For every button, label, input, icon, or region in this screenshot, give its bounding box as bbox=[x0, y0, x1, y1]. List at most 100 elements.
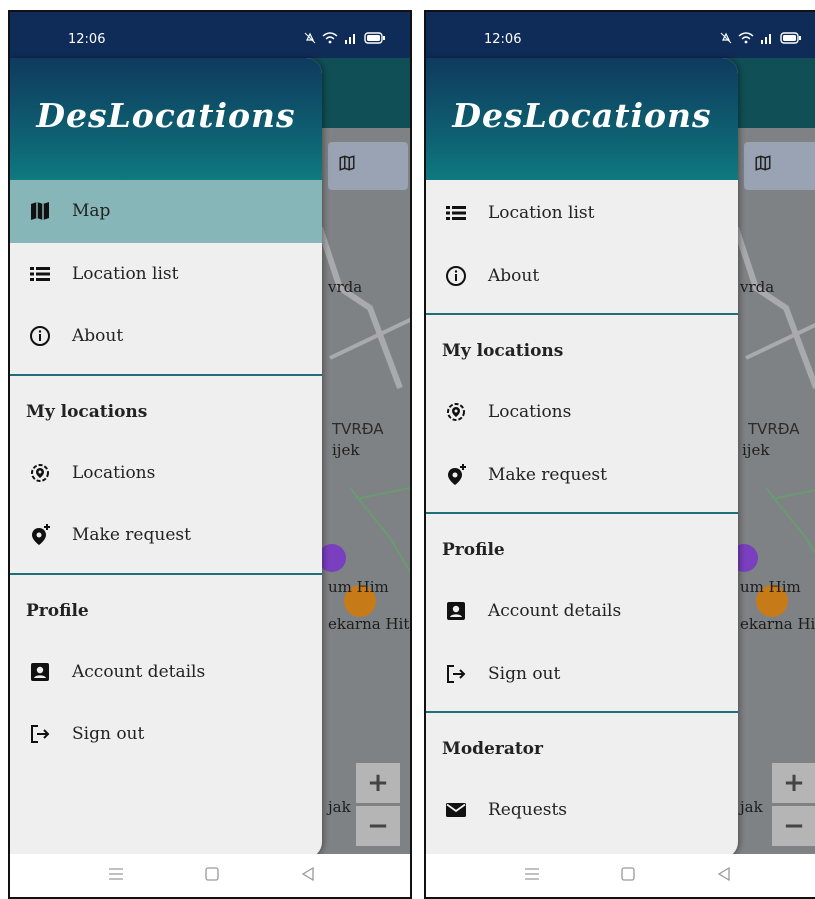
status-icons bbox=[304, 32, 386, 44]
status-time: 12:06 bbox=[68, 32, 106, 47]
menu-item-map[interactable]: Map bbox=[10, 180, 322, 243]
status-bar: 12:06 bbox=[10, 12, 410, 58]
menu-item-label: Make request bbox=[72, 525, 191, 546]
menu-item-label: About bbox=[72, 326, 124, 347]
menu-item-about[interactable]: About bbox=[10, 305, 322, 368]
location-target-icon bbox=[28, 461, 52, 485]
map-label: jak bbox=[740, 798, 763, 816]
section-divider bbox=[426, 711, 738, 713]
menu-item-account-details[interactable]: Account details bbox=[426, 580, 738, 643]
map-label: um Him bbox=[740, 578, 801, 596]
menu-item-make-request[interactable]: Make request bbox=[426, 444, 738, 507]
section-divider bbox=[10, 373, 322, 376]
drawer-header: DesLocations bbox=[426, 58, 738, 180]
map-icon bbox=[28, 199, 52, 223]
drawer-menu: Map Location list About My locations Loc… bbox=[10, 180, 322, 766]
map-marker-shop bbox=[318, 544, 346, 572]
home-nav-icon[interactable] bbox=[204, 866, 220, 886]
list-icon bbox=[444, 201, 468, 225]
drawer-menu: Location list About My locations Locatio… bbox=[426, 182, 738, 842]
menu-item-about[interactable]: About bbox=[426, 245, 738, 308]
mute-icon bbox=[720, 32, 732, 44]
section-divider bbox=[426, 313, 738, 315]
menu-item-label: Account details bbox=[488, 601, 622, 622]
zoom-out-button[interactable]: − bbox=[772, 806, 815, 846]
menu-nav-icon[interactable] bbox=[108, 866, 124, 886]
back-nav-icon[interactable] bbox=[300, 866, 316, 886]
section-title-my-locations: My locations bbox=[26, 401, 148, 422]
section-title-profile: Profile bbox=[26, 600, 89, 621]
map-label: um Him bbox=[328, 578, 389, 596]
menu-item-make-request[interactable]: Make request bbox=[10, 504, 322, 567]
add-location-icon bbox=[28, 523, 52, 547]
menu-item-locations[interactable]: Locations bbox=[10, 442, 322, 505]
signal-icon bbox=[345, 34, 355, 44]
navigation-drawer: DesLocations Location list About My loca… bbox=[426, 58, 738, 858]
system-nav-bar bbox=[426, 854, 815, 897]
section-title-profile: Profile bbox=[442, 540, 505, 560]
status-time: 12:06 bbox=[484, 32, 522, 47]
location-target-icon bbox=[444, 400, 468, 424]
section-title-moderator: Moderator bbox=[442, 739, 543, 759]
map-label: TVRĐA bbox=[332, 420, 384, 438]
navigation-drawer: DesLocations Map Location list About My … bbox=[10, 58, 322, 858]
info-icon bbox=[28, 324, 52, 348]
mail-icon bbox=[444, 798, 468, 822]
list-icon bbox=[28, 262, 52, 286]
wifi-icon bbox=[738, 32, 754, 44]
map-label: ijek bbox=[742, 441, 770, 459]
map-label: TVRĐA bbox=[748, 420, 800, 438]
map-label: jak bbox=[328, 798, 351, 816]
logout-icon bbox=[28, 722, 52, 746]
system-nav-bar bbox=[10, 854, 410, 897]
menu-nav-icon[interactable] bbox=[524, 866, 540, 886]
menu-item-label: Location list bbox=[72, 263, 179, 284]
phone-screen-left: 12:06 vrda TVRĐA ijek um Him ekarna Hit … bbox=[8, 10, 412, 899]
drawer-header: DesLocations bbox=[10, 58, 322, 180]
battery-icon bbox=[364, 32, 385, 44]
menu-item-label: Sign out bbox=[488, 663, 561, 684]
menu-item-label: Account details bbox=[72, 661, 206, 682]
map-label: ekarna Hit bbox=[328, 615, 410, 633]
menu-item-location-list[interactable]: Location list bbox=[426, 182, 738, 245]
map-label: ijek bbox=[332, 441, 360, 459]
status-bar: 12:06 bbox=[426, 12, 815, 58]
status-icons bbox=[720, 32, 802, 44]
menu-item-location-list[interactable]: Location list bbox=[10, 243, 322, 306]
app-logo: DesLocations bbox=[36, 96, 296, 135]
home-nav-icon[interactable] bbox=[620, 866, 636, 886]
zoom-in-button[interactable]: + bbox=[356, 763, 400, 803]
mute-icon bbox=[304, 32, 316, 44]
menu-item-label: Location list bbox=[488, 203, 595, 224]
menu-item-requests[interactable]: Requests bbox=[426, 779, 738, 842]
menu-item-sign-out[interactable]: Sign out bbox=[426, 643, 738, 706]
logout-icon bbox=[444, 662, 468, 686]
signal-icon bbox=[761, 34, 771, 44]
zoom-in-button[interactable]: + bbox=[772, 763, 815, 803]
menu-item-account-details[interactable]: Account details bbox=[10, 641, 322, 704]
menu-item-label: About bbox=[488, 265, 540, 286]
menu-item-label: Locations bbox=[72, 462, 156, 483]
menu-item-label: Requests bbox=[488, 800, 568, 821]
wifi-icon bbox=[322, 32, 338, 44]
section-divider bbox=[10, 572, 322, 575]
app-logo: DesLocations bbox=[452, 96, 712, 135]
menu-item-locations[interactable]: Locations bbox=[426, 381, 738, 444]
info-icon bbox=[444, 264, 468, 288]
section-divider bbox=[426, 512, 738, 514]
account-box-icon bbox=[28, 660, 52, 684]
add-location-icon bbox=[444, 463, 468, 487]
menu-item-label: Locations bbox=[488, 402, 572, 423]
menu-item-sign-out[interactable]: Sign out bbox=[10, 703, 322, 766]
map-label: vrda bbox=[328, 278, 363, 296]
menu-item-label: Make request bbox=[488, 464, 607, 485]
phone-screen-right: 12:06 vrda TVRĐA ijek um Him ekarna Hit … bbox=[424, 10, 815, 899]
section-title-my-locations: My locations bbox=[442, 341, 564, 361]
menu-item-label: Map bbox=[72, 201, 111, 222]
account-box-icon bbox=[444, 599, 468, 623]
map-label: ekarna Hit bbox=[740, 615, 815, 633]
map-label: vrda bbox=[740, 278, 775, 296]
battery-icon bbox=[780, 32, 801, 44]
back-nav-icon[interactable] bbox=[716, 866, 732, 886]
zoom-out-button[interactable]: − bbox=[356, 806, 400, 846]
